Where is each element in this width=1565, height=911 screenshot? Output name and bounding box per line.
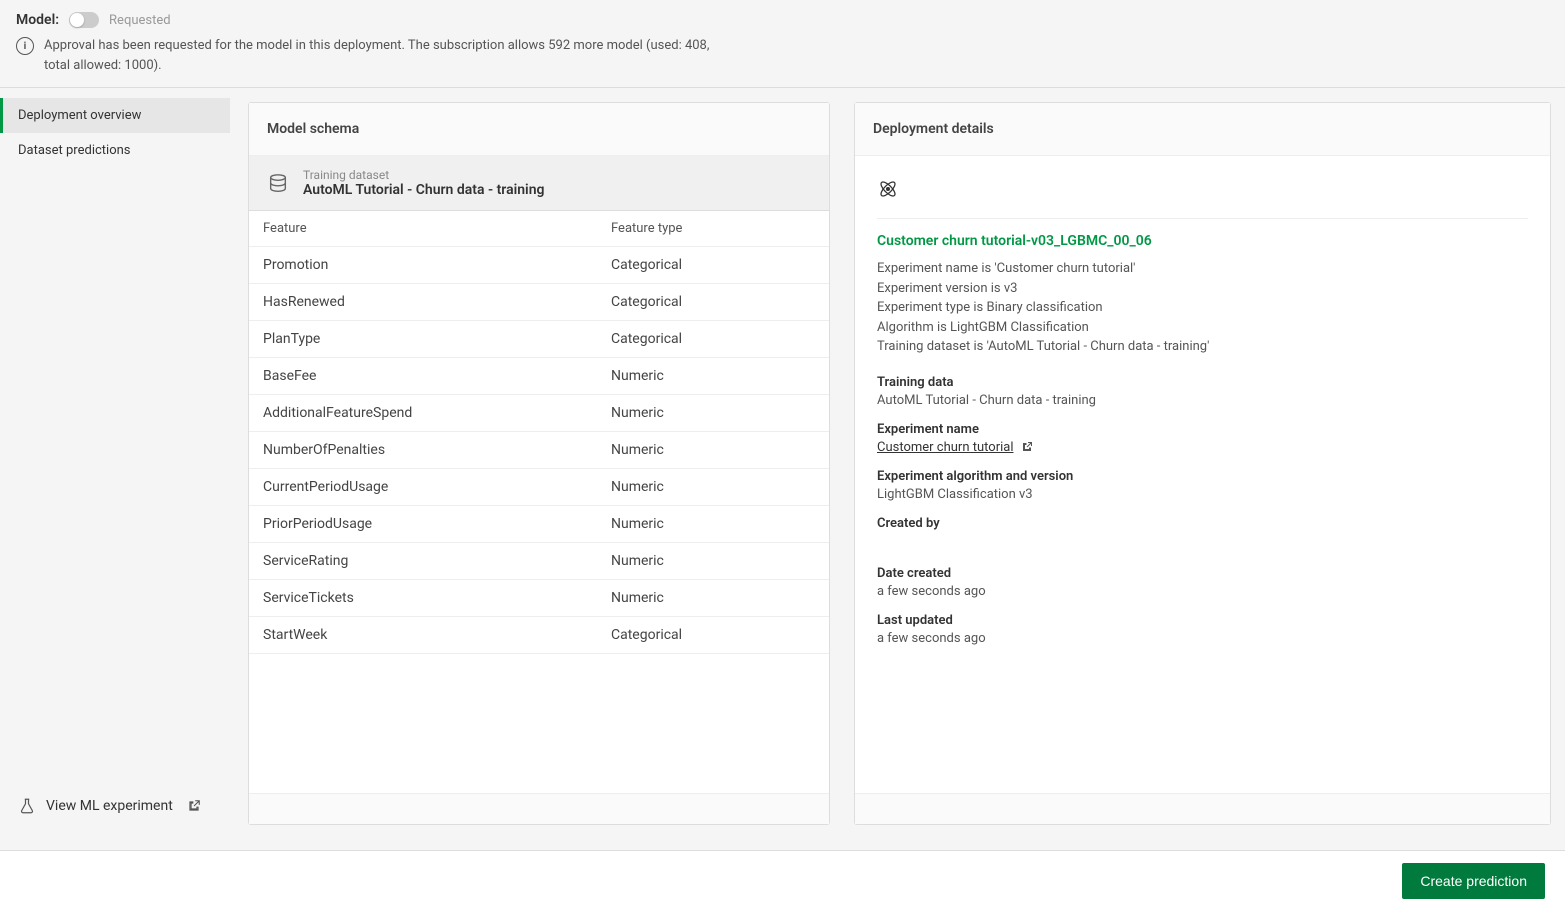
experiment-name-label: Experiment name [877,422,1528,437]
content-area: Model schema Training dataset AutoML Tut… [230,88,1565,839]
external-link-icon [1021,441,1033,453]
table-row: CurrentPeriodUsageNumeric [249,469,829,506]
feature-cell: BaseFee [249,358,597,395]
feature-cell: ServiceTickets [249,580,597,617]
feature-type-cell: Numeric [597,395,829,432]
details-panel-footer [855,793,1550,824]
date-created-label: Date created [877,566,1528,581]
model-status-row: Model: Requested [16,12,1549,28]
table-row: BaseFeeNumeric [249,358,829,395]
feature-type-cell: Categorical [597,617,829,654]
th-feature: Feature [249,211,597,247]
deployment-details-panel: Deployment details Customer churn tutori… [854,102,1551,825]
experiment-description: Experiment name is 'Customer churn tutor… [877,259,1528,357]
feature-cell: AdditionalFeatureSpend [249,395,597,432]
create-prediction-button[interactable]: Create prediction [1402,863,1545,899]
approval-info-row: i Approval has been requested for the mo… [16,36,1549,75]
table-row: NumberOfPenaltiesNumeric [249,432,829,469]
schema-panel-footer [249,793,829,824]
description-line: Algorithm is LightGBM Classification [877,318,1528,338]
date-created-value: a few seconds ago [877,584,1528,599]
feature-type-cell: Numeric [597,469,829,506]
model-approval-toggle[interactable] [69,12,99,28]
created-by-label: Created by [877,516,1528,531]
feature-type-cell: Numeric [597,432,829,469]
table-row: HasRenewedCategorical [249,284,829,321]
feature-type-cell: Categorical [597,321,829,358]
feature-cell: PriorPeriodUsage [249,506,597,543]
schema-panel-title: Model schema [249,103,829,156]
sidebar: Deployment overview Dataset predictions … [0,88,230,839]
last-updated-label: Last updated [877,613,1528,628]
schema-table: Feature Feature type PromotionCategorica… [249,211,829,654]
details-panel-title: Deployment details [855,103,1550,156]
training-dataset-label: Training dataset [303,168,544,182]
atom-icon [877,178,1528,200]
model-schema-panel: Model schema Training dataset AutoML Tut… [248,102,830,825]
feature-cell: PlanType [249,321,597,358]
info-icon: i [16,37,34,55]
training-dataset-name: AutoML Tutorial - Churn data - training [303,182,544,198]
feature-type-cell: Numeric [597,580,829,617]
created-by-value [877,534,1528,552]
algorithm-label: Experiment algorithm and version [877,469,1528,484]
model-label: Model: [16,12,59,28]
table-row: AdditionalFeatureSpendNumeric [249,395,829,432]
feature-cell: Promotion [249,247,597,284]
feature-type-cell: Numeric [597,358,829,395]
table-row: ServiceRatingNumeric [249,543,829,580]
description-line: Experiment type is Binary classification [877,298,1528,318]
approval-info-text: Approval has been requested for the mode… [44,36,724,75]
flask-icon [18,797,36,815]
table-row: PriorPeriodUsageNumeric [249,506,829,543]
training-data-value: AutoML Tutorial - Churn data - training [877,393,1528,408]
feature-type-cell: Numeric [597,543,829,580]
view-ml-experiment-link[interactable]: View ML experiment [0,783,230,829]
th-feature-type: Feature type [597,211,829,247]
topbar: Model: Requested i Approval has been req… [0,0,1565,88]
table-row: StartWeekCategorical [249,617,829,654]
feature-cell: StartWeek [249,617,597,654]
sidebar-item-deployment-overview[interactable]: Deployment overview [0,98,230,133]
last-updated-value: a few seconds ago [877,631,1528,646]
feature-cell: HasRenewed [249,284,597,321]
database-icon [267,172,289,194]
model-status-text: Requested [109,13,171,28]
table-row: PromotionCategorical [249,247,829,284]
table-row: PlanTypeCategorical [249,321,829,358]
algorithm-value: LightGBM Classification v3 [877,487,1528,502]
experiment-title: Customer churn tutorial-v03_LGBMC_00_06 [877,233,1528,249]
sidebar-item-dataset-predictions[interactable]: Dataset predictions [0,133,230,168]
external-link-icon [187,799,201,813]
feature-cell: CurrentPeriodUsage [249,469,597,506]
description-line: Training dataset is 'AutoML Tutorial - C… [877,337,1528,357]
feature-type-cell: Numeric [597,506,829,543]
feature-type-cell: Categorical [597,247,829,284]
training-dataset-row: Training dataset AutoML Tutorial - Churn… [249,156,829,211]
view-experiment-label: View ML experiment [46,798,173,814]
description-line: Experiment name is 'Customer churn tutor… [877,259,1528,279]
description-line: Experiment version is v3 [877,279,1528,299]
feature-cell: ServiceRating [249,543,597,580]
training-data-label: Training data [877,375,1528,390]
experiment-name-link[interactable]: Customer churn tutorial [877,440,1014,455]
bottom-bar: Create prediction [0,850,1565,911]
table-row: ServiceTicketsNumeric [249,580,829,617]
feature-cell: NumberOfPenalties [249,432,597,469]
feature-type-cell: Categorical [597,284,829,321]
